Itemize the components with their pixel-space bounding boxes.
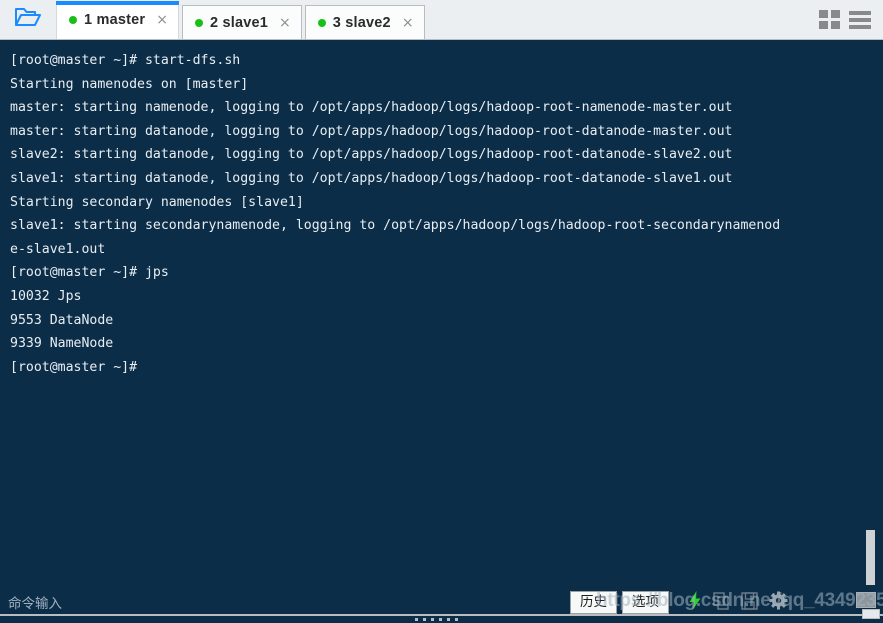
bottom-right-corner-box: [862, 609, 880, 619]
tab-label: 1 master: [84, 12, 146, 28]
terminal-line: Starting namenodes on [master]: [10, 76, 249, 92]
tab-close-icon[interactable]: ×: [279, 16, 291, 30]
tab-label: 3 slave2: [332, 14, 391, 31]
terminal-line: slave2: starting datanode, logging to /o…: [10, 147, 733, 163]
tab-slave2[interactable]: 3 slave2 ×: [304, 5, 425, 39]
tab-close-icon[interactable]: ×: [402, 16, 414, 30]
grid-view-icon[interactable]: [819, 10, 840, 29]
save-disk-icon[interactable]: [741, 591, 758, 615]
terminal-line: [root@master ~]#: [10, 359, 138, 375]
open-folder-button[interactable]: [0, 0, 56, 39]
list-view-icon[interactable]: [849, 10, 871, 29]
terminal-line: [root@master ~]# jps: [10, 265, 169, 281]
status-bar-buttons: 历史 选项: [570, 591, 669, 614]
terminal-line: master: starting namenode, logging to /o…: [10, 100, 733, 116]
lightning-bolt-icon[interactable]: [688, 591, 702, 615]
terminal-output[interactable]: [root@master ~]# start-dfs.sh Starting n…: [0, 40, 883, 585]
terminal-window: 1 master × 2 slave1 × 3 slave2 × [root@m…: [0, 0, 883, 623]
tab-bar: 1 master × 2 slave1 × 3 slave2 ×: [0, 0, 883, 40]
terminal-line: e-slave1.out: [10, 241, 106, 257]
terminal-line: 9339 NameNode: [10, 336, 114, 352]
terminal-line: 10032 Jps: [10, 288, 82, 304]
tab-status-dot-icon: [69, 16, 77, 24]
terminal-line: slave1: starting secondarynamenode, logg…: [10, 218, 781, 234]
resize-grip[interactable]: [415, 618, 458, 621]
status-indicator-box[interactable]: [856, 592, 876, 608]
status-bar-icons: [688, 591, 788, 615]
terminal-scrollbar[interactable]: [863, 40, 875, 586]
open-folder-icon: [14, 6, 42, 33]
terminal-line: 9553 DataNode: [10, 312, 114, 328]
command-input-placeholder: 命令输入: [8, 596, 62, 612]
tab-close-icon[interactable]: ×: [156, 13, 168, 27]
tab-master[interactable]: 1 master ×: [56, 1, 179, 39]
terminal-line: Starting secondary namenodes [slave1]: [10, 194, 304, 210]
copy-icon[interactable]: [713, 591, 730, 615]
tab-status-dot-icon: [194, 18, 203, 27]
tab-status-dot-icon: [317, 18, 326, 27]
toolbar-right: [805, 0, 883, 39]
scrollbar-thumb[interactable]: [866, 530, 875, 586]
tab-list: 1 master × 2 slave1 × 3 slave2 ×: [56, 0, 805, 39]
options-button[interactable]: 选项: [622, 591, 669, 614]
terminal-line: [root@master ~]# start-dfs.sh: [10, 53, 241, 68]
gear-icon[interactable]: [769, 591, 788, 615]
history-button[interactable]: 历史: [570, 591, 617, 614]
tab-label: 2 slave1: [209, 14, 269, 31]
terminal-line: master: starting datanode, logging to /o…: [10, 123, 733, 139]
tab-slave1[interactable]: 2 slave1 ×: [181, 5, 302, 39]
terminal-line: slave1: starting datanode, logging to /o…: [10, 170, 733, 186]
